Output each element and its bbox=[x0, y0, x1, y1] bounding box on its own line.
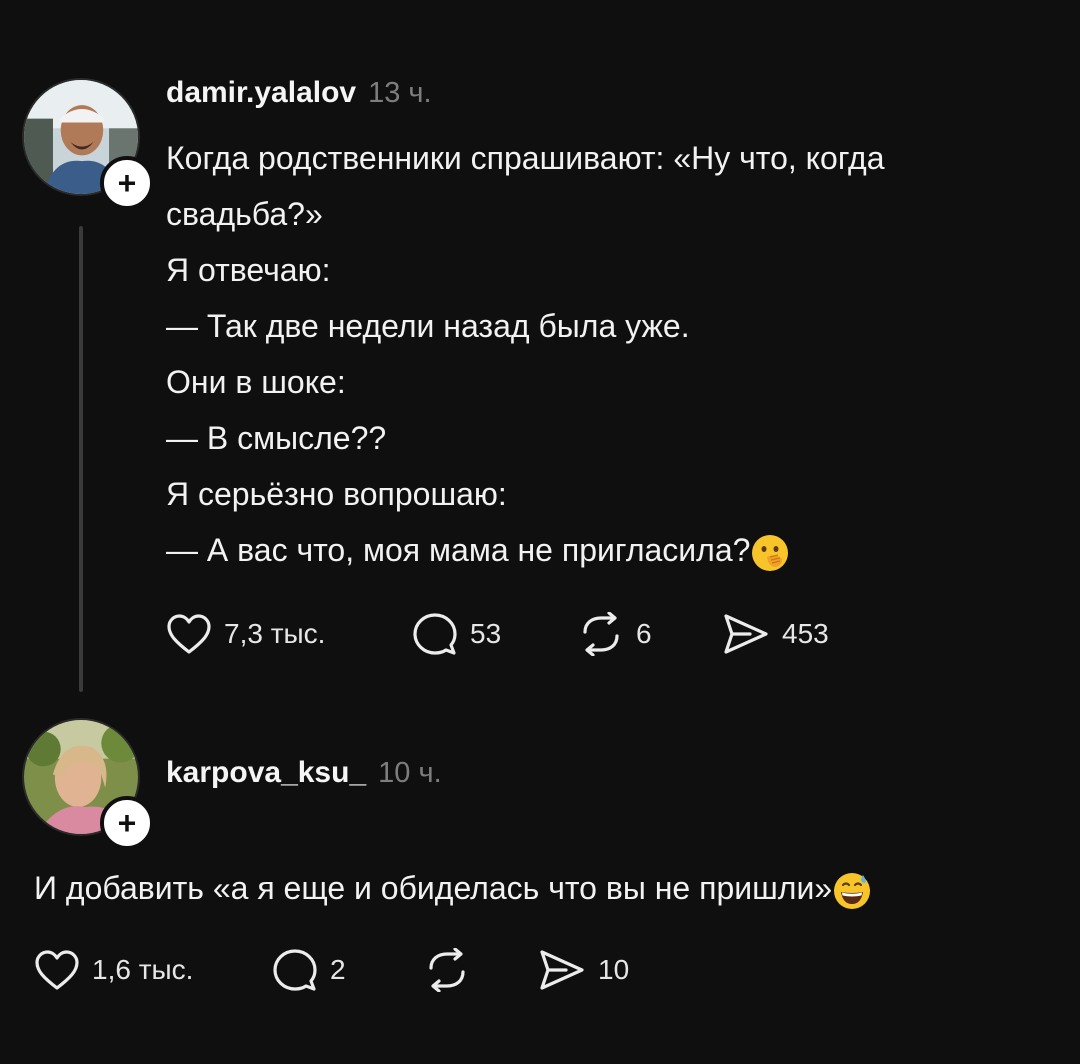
post-text: И добавить «а я еще и обиделась что вы н… bbox=[34, 860, 872, 916]
share-count: 10 bbox=[598, 954, 630, 985]
repost-count: 6 bbox=[636, 618, 652, 649]
comment-button[interactable]: 53 bbox=[412, 612, 578, 656]
comment-count: 53 bbox=[470, 618, 502, 649]
text-line-last: И добавить «а я еще и обиделась что вы н… bbox=[34, 860, 872, 916]
repost-icon bbox=[583, 612, 619, 656]
repost-button[interactable] bbox=[424, 948, 538, 992]
timestamp: 13 ч. bbox=[368, 77, 432, 109]
like-count: 7,3 тыс. bbox=[224, 618, 326, 649]
share-count: 453 bbox=[782, 618, 829, 649]
comment-count: 2 bbox=[330, 954, 346, 985]
text-line: Когда родственники спрашивают: «Ну что, … bbox=[166, 140, 885, 176]
username[interactable]: damir.yalalov bbox=[166, 76, 356, 110]
text-line: — В смысле?? bbox=[166, 420, 387, 456]
face-with-hand-over-mouth-icon bbox=[752, 534, 789, 571]
text-line: Я серьёзно вопрошаю: bbox=[166, 476, 507, 512]
share-button[interactable]: 10 bbox=[538, 948, 629, 992]
like-button[interactable]: 1,6 тыс. bbox=[34, 949, 272, 991]
text-line: — А вас что, моя мама не пригласила? bbox=[166, 532, 751, 568]
send-icon bbox=[540, 950, 584, 990]
text-line: Они в шоке: bbox=[166, 364, 346, 400]
text-line-last: — А вас что, моя мама не пригласила? bbox=[166, 522, 885, 578]
like-button[interactable]: 7,3 тыс. bbox=[166, 613, 412, 655]
repost-icon bbox=[429, 948, 465, 992]
post-header: damir.yalalov 13 ч. bbox=[166, 76, 432, 110]
follow-button-damir[interactable]: + bbox=[100, 156, 154, 210]
username[interactable]: karpova_ksu_ bbox=[166, 756, 366, 790]
text-line: Я отвечаю: bbox=[166, 252, 331, 288]
thread-line bbox=[79, 226, 83, 692]
share-button[interactable]: 453 bbox=[722, 612, 829, 656]
send-icon bbox=[724, 614, 768, 654]
like-count: 1,6 тыс. bbox=[92, 954, 194, 985]
grinning-sweat-face-icon bbox=[834, 872, 871, 909]
comment-bubble-icon bbox=[413, 613, 457, 655]
comment-bubble-icon bbox=[273, 949, 317, 991]
text-line: И добавить «а я еще и обиделась что вы н… bbox=[34, 870, 833, 906]
follow-button-karpova[interactable]: + bbox=[100, 796, 154, 850]
comment-button[interactable]: 2 bbox=[272, 948, 424, 992]
heart-icon bbox=[35, 950, 79, 990]
post-text: Когда родственники спрашивают: «Ну что, … bbox=[166, 130, 885, 578]
heart-icon bbox=[167, 614, 211, 654]
repost-button[interactable]: 6 bbox=[578, 612, 722, 656]
post-header: karpova_ksu_ 10 ч. bbox=[166, 756, 442, 790]
text-line: — Так две недели назад была уже. bbox=[166, 308, 690, 344]
timestamp: 10 ч. bbox=[378, 757, 442, 789]
text-line: свадьба?» bbox=[166, 196, 323, 232]
post-actions: 1,6 тыс. 2 10 bbox=[34, 948, 629, 992]
post-actions: 7,3 тыс. 53 6 453 bbox=[166, 612, 829, 656]
